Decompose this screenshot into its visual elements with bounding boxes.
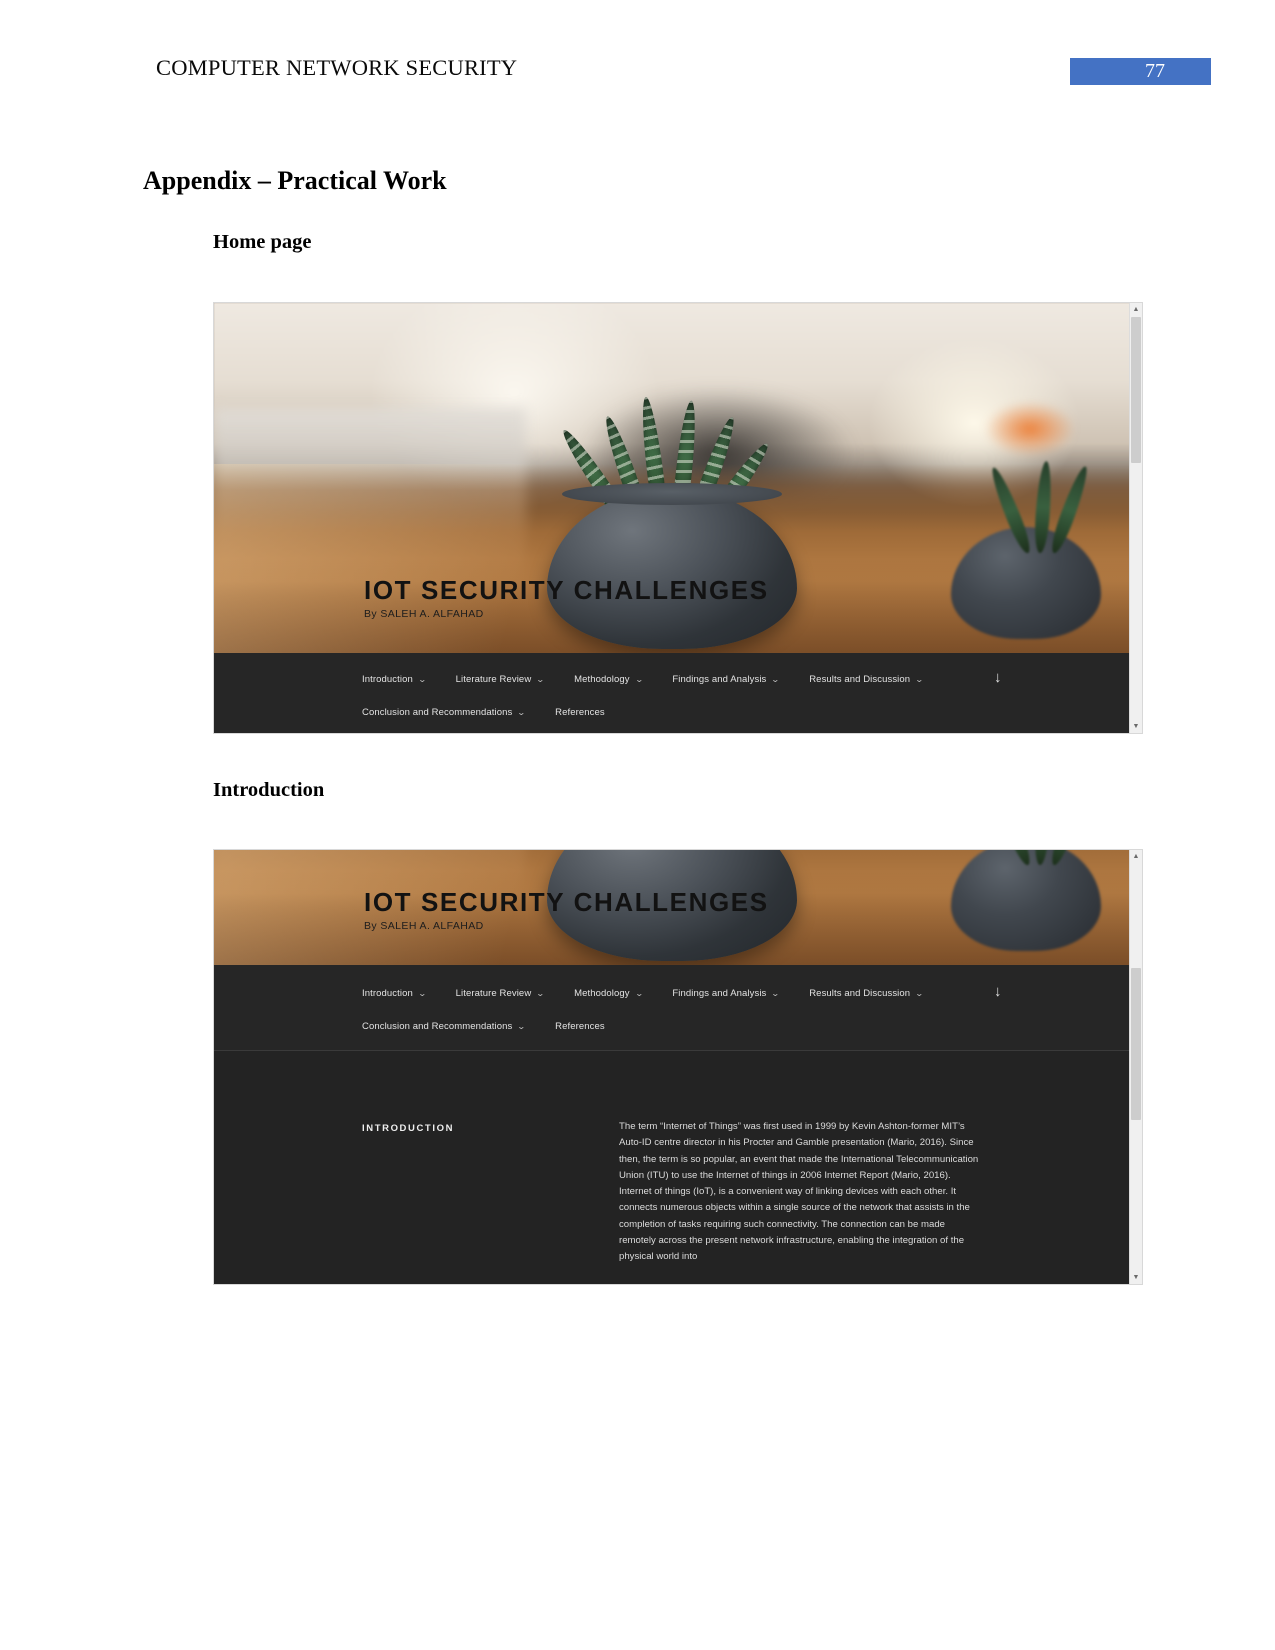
- document-running-header: COMPUTER NETWORK SECURITY 77: [0, 0, 1275, 110]
- introduction-section-label: INTRODUCTION: [362, 1123, 455, 1134]
- nav-item-label: References: [555, 706, 605, 718]
- nav-item-label: Findings and Analysis: [672, 673, 767, 685]
- page-number: 77: [1145, 60, 1165, 82]
- introduction-section-paragraph: The term “Internet of Things” was first …: [619, 1121, 979, 1263]
- chevron-down-icon: ⌄: [517, 1021, 527, 1031]
- nav-item-conclusion-and-recommendations[interactable]: Conclusion and Recommendations ⌄: [362, 1020, 527, 1032]
- scroll-up-button[interactable]: ▲: [1130, 850, 1142, 863]
- nav-item-label: Results and Discussion: [809, 987, 911, 999]
- nav-item-label: Literature Review: [455, 987, 532, 999]
- home-page-viewport: IOT SECURITY CHALLENGES By SALEH A. ALFA…: [214, 303, 1131, 733]
- nav-item-methodology[interactable]: Methodology ⌄: [574, 987, 644, 999]
- nav-item-label: Introduction: [362, 673, 413, 685]
- page-title: Appendix – Practical Work: [143, 166, 447, 195]
- vertical-scrollbar[interactable]: ▲ ▼: [1129, 850, 1142, 1284]
- nav-row-secondary: Conclusion and Recommendations ⌄ Referen…: [362, 702, 1121, 722]
- scroll-down-button[interactable]: ▼: [1130, 720, 1142, 733]
- introduction-viewport: IOT SECURITY CHALLENGES By SALEH A. ALFA…: [214, 850, 1131, 1284]
- chevron-down-icon: ⌄: [634, 988, 644, 998]
- hero-title: IOT SECURITY CHALLENGES: [364, 575, 769, 605]
- nav-item-introduction[interactable]: Introduction ⌄: [362, 673, 427, 685]
- nav-item-literature-review[interactable]: Literature Review ⌄: [455, 673, 546, 685]
- scroll-down-arrow-icon[interactable]: ↓: [994, 669, 1002, 686]
- nav-item-label: Conclusion and Recommendations: [362, 1020, 513, 1032]
- screenshot-introduction: IOT SECURITY CHALLENGES By SALEH A. ALFA…: [213, 849, 1143, 1285]
- chevron-down-icon: ⌄: [771, 988, 781, 998]
- nav-item-findings-and-analysis[interactable]: Findings and Analysis ⌄: [672, 987, 781, 999]
- nav-item-label: Methodology: [574, 673, 630, 685]
- nav-item-findings-and-analysis[interactable]: Findings and Analysis ⌄: [672, 673, 781, 685]
- nav-item-results-and-discussion[interactable]: Results and Discussion ⌄: [809, 673, 925, 685]
- chevron-down-icon: ⌄: [771, 674, 781, 684]
- nav-row-primary: Introduction ⌄ Literature Review ⌄ Metho…: [362, 983, 1121, 1003]
- chevron-down-icon: ⌄: [914, 674, 925, 684]
- site-navigation: Introduction ⌄ Literature Review ⌄ Metho…: [214, 653, 1131, 733]
- nav-row-secondary: Conclusion and Recommendations ⌄ Referen…: [362, 1016, 1121, 1036]
- nav-item-label: References: [555, 1020, 605, 1032]
- nav-row-primary: Introduction ⌄ Literature Review ⌄ Metho…: [362, 669, 1121, 689]
- scroll-down-button[interactable]: ▼: [1130, 1271, 1142, 1284]
- chevron-down-icon: ⌄: [536, 988, 546, 998]
- nav-item-literature-review[interactable]: Literature Review ⌄: [455, 987, 546, 999]
- chevron-down-icon: ⌄: [417, 674, 427, 684]
- nav-item-label: Findings and Analysis: [672, 987, 767, 999]
- chevron-down-icon: ⌄: [536, 674, 546, 684]
- scrollbar-thumb[interactable]: [1131, 317, 1141, 463]
- hero-byline: By SALEH A. ALFAHAD: [364, 920, 484, 932]
- running-header-title: COMPUTER NETWORK SECURITY: [156, 55, 518, 80]
- introduction-section: INTRODUCTION The term “Internet of Thing…: [214, 1050, 1131, 1284]
- vertical-scrollbar[interactable]: ▲ ▼: [1129, 303, 1142, 733]
- hero-light-blur: [984, 401, 1076, 457]
- chevron-down-icon: ⌄: [517, 707, 527, 717]
- hero-banner-image: IOT SECURITY CHALLENGES By SALEH A. ALFA…: [214, 303, 1131, 653]
- chevron-down-icon: ⌄: [417, 988, 427, 998]
- nav-item-references[interactable]: References: [555, 707, 605, 718]
- screenshot-home-page: IOT SECURITY CHALLENGES By SALEH A. ALFA…: [213, 302, 1143, 734]
- nav-item-introduction[interactable]: Introduction ⌄: [362, 987, 427, 999]
- scroll-down-arrow-icon[interactable]: ↓: [994, 983, 1002, 1000]
- nav-item-label: Introduction: [362, 987, 413, 999]
- nav-item-label: Literature Review: [455, 673, 532, 685]
- hero-byline: By SALEH A. ALFAHAD: [364, 608, 484, 620]
- chevron-down-icon: ⌄: [914, 988, 925, 998]
- nav-item-results-and-discussion[interactable]: Results and Discussion ⌄: [809, 987, 925, 999]
- page-number-badge: 77: [1070, 58, 1211, 85]
- chevron-down-icon: ⌄: [634, 674, 644, 684]
- site-navigation: Introduction ⌄ Literature Review ⌄ Metho…: [214, 965, 1131, 1050]
- section-heading-home-page: Home page: [213, 231, 312, 253]
- nav-item-conclusion-and-recommendations[interactable]: Conclusion and Recommendations ⌄: [362, 706, 527, 718]
- nav-item-references[interactable]: References: [555, 1021, 605, 1032]
- section-heading-introduction: Introduction: [213, 779, 325, 801]
- nav-item-label: Methodology: [574, 987, 630, 999]
- scrollbar-thumb[interactable]: [1131, 968, 1141, 1120]
- nav-item-label: Conclusion and Recommendations: [362, 706, 513, 718]
- hero-title: IOT SECURITY CHALLENGES: [364, 887, 769, 917]
- nav-item-methodology[interactable]: Methodology ⌄: [574, 673, 644, 685]
- hero-banner-image: IOT SECURITY CHALLENGES By SALEH A. ALFA…: [214, 850, 1131, 965]
- nav-item-label: Results and Discussion: [809, 673, 911, 685]
- scroll-up-button[interactable]: ▲: [1130, 303, 1142, 316]
